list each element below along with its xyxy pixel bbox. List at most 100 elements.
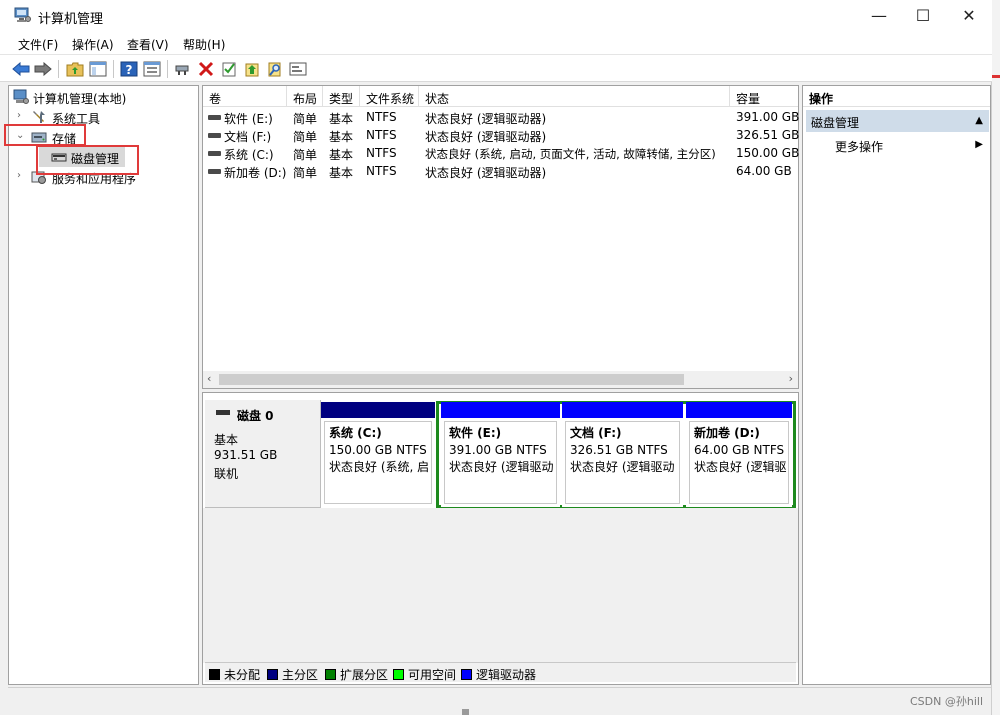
- delete-icon[interactable]: [196, 59, 216, 79]
- partition-size: 326.51 GB NTFS: [570, 443, 668, 457]
- properties-view-icon[interactable]: [142, 59, 162, 79]
- watermark: CSDN @孙hill: [910, 695, 983, 708]
- scroll-left-icon[interactable]: ‹: [207, 372, 211, 385]
- console-window-icon[interactable]: [288, 59, 308, 79]
- status-bar: CSDN @孙hill: [8, 687, 991, 709]
- check-properties-icon[interactable]: [219, 59, 239, 79]
- disk-type: 基本: [214, 433, 239, 447]
- partition-name: 新加卷 (D:): [694, 426, 760, 440]
- cell-filesystem: NTFS: [366, 128, 397, 142]
- minimize-button[interactable]: —: [856, 0, 902, 30]
- search-icon[interactable]: [265, 59, 285, 79]
- cell-volume: 文档 (F:): [224, 130, 272, 144]
- cell-status: 状态良好 (系统, 启动, 页面文件, 活动, 故障转储, 主分区): [425, 147, 716, 161]
- upload-icon[interactable]: [242, 59, 262, 79]
- partition-size: 64.00 GB NTFS: [694, 443, 785, 457]
- volume-list: 卷 布局 类型 文件系统 状态 容量 软件 (E:) 简单 基本 NTFS 状态…: [202, 85, 799, 389]
- partition-bar-logical: [441, 402, 560, 418]
- actions-section-disk-management[interactable]: 磁盘管理 ▲: [806, 110, 989, 132]
- scrollbar-thumb[interactable]: [219, 374, 684, 385]
- forward-arrow-icon[interactable]: [33, 59, 53, 79]
- table-row[interactable]: 文档 (F:) 简单 基本 NTFS 状态良好 (逻辑驱动器) 326.51 G…: [203, 126, 799, 144]
- menu-action[interactable]: 操作(A): [72, 36, 114, 53]
- partition-status: 状态良好 (逻辑驱: [694, 460, 787, 474]
- cell-type: 基本: [329, 148, 354, 162]
- volume-icon: [208, 151, 221, 156]
- up-folder-icon[interactable]: [65, 59, 85, 79]
- column-filesystem[interactable]: 文件系统: [360, 86, 419, 107]
- scroll-right-icon[interactable]: ›: [789, 372, 793, 385]
- column-type[interactable]: 类型: [323, 86, 360, 107]
- annotation-box-storage: [4, 124, 86, 146]
- help-icon[interactable]: ?: [119, 59, 139, 79]
- partition-status: 状态良好 (系统, 启: [329, 460, 430, 474]
- cell-status: 状态良好 (逻辑驱动器): [425, 166, 547, 180]
- legend-free-space: 可用空间: [393, 666, 456, 683]
- submenu-arrow-icon[interactable]: ▶: [975, 139, 983, 150]
- cell-layout: 简单: [293, 112, 318, 126]
- tree-item-root[interactable]: 计算机管理(本地): [9, 87, 198, 107]
- cell-status: 状态良好 (逻辑驱动器): [425, 112, 547, 126]
- connect-icon[interactable]: [173, 59, 193, 79]
- graph-empty-area: [203, 508, 798, 663]
- legend-extended: 扩展分区: [325, 666, 388, 683]
- column-capacity[interactable]: 容量: [730, 86, 798, 107]
- partition-status: 状态良好 (逻辑驱动: [449, 460, 554, 474]
- chevron-right-icon[interactable]: ›: [17, 170, 27, 182]
- svg-text:?: ?: [126, 63, 133, 77]
- annotation-box-disk-management: [36, 145, 139, 175]
- volume-icon: [208, 115, 221, 120]
- legend-swatch: [209, 669, 220, 680]
- table-row[interactable]: 新加卷 (D:) 简单 基本 NTFS 状态良好 (逻辑驱动器) 64.00 G…: [203, 162, 798, 180]
- toolbar-separator: [58, 60, 59, 78]
- maximize-button[interactable]: ☐: [900, 0, 946, 30]
- menu-bar: 文件(F) 操作(A) 查看(V) 帮助(H): [0, 32, 992, 54]
- disk-state: 联机: [214, 467, 239, 481]
- menu-file[interactable]: 文件(F): [18, 36, 58, 53]
- disk-graphical-view: 磁盘 0 基本 931.51 GB 联机 系统 (C:) 150.00 GB N…: [202, 392, 799, 685]
- partition-d[interactable]: 新加卷 (D:) 64.00 GB NTFS 状态良好 (逻辑驱: [686, 402, 792, 507]
- cell-filesystem: NTFS: [366, 164, 397, 178]
- cell-volume: 新加卷 (D:): [224, 166, 287, 180]
- partition-bar-primary: [321, 402, 435, 418]
- close-button[interactable]: ✕: [946, 0, 992, 30]
- legend-primary: 主分区: [267, 666, 318, 683]
- partition-e[interactable]: 软件 (E:) 391.00 GB NTFS 状态良好 (逻辑驱动: [441, 402, 560, 507]
- toolbar-separator: [167, 60, 168, 78]
- cell-type: 基本: [329, 166, 354, 180]
- disk-0-card[interactable]: 磁盘 0 基本 931.51 GB 联机: [205, 400, 321, 508]
- show-hide-tree-icon[interactable]: [88, 59, 108, 79]
- window-title: 计算机管理: [38, 12, 104, 27]
- table-row[interactable]: 系统 (C:) 简单 基本 NTFS 状态良好 (系统, 启动, 页面文件, 活…: [203, 144, 799, 162]
- horizontal-scrollbar[interactable]: ‹ ›: [203, 371, 798, 388]
- column-volume[interactable]: 卷: [203, 86, 287, 107]
- more-actions-item[interactable]: 更多操作: [835, 138, 883, 155]
- partition-c[interactable]: 系统 (C:) 150.00 GB NTFS 状态良好 (系统, 启: [321, 402, 435, 507]
- actions-pane: 操作 磁盘管理 ▲ 更多操作 ▶: [802, 85, 991, 685]
- title-bar[interactable]: 计算机管理 — ☐ ✕: [0, 0, 992, 32]
- cell-filesystem: NTFS: [366, 146, 397, 160]
- cell-layout: 简单: [293, 166, 318, 180]
- cell-type: 基本: [329, 112, 354, 126]
- column-status[interactable]: 状态: [419, 86, 730, 107]
- collapse-up-icon[interactable]: ▲: [975, 115, 983, 126]
- partition-f[interactable]: 文档 (F:) 326.51 GB NTFS 状态良好 (逻辑驱动: [562, 402, 683, 507]
- partition-name: 文档 (F:): [570, 426, 622, 440]
- column-layout[interactable]: 布局: [287, 86, 323, 107]
- partition-bar-logical: [562, 402, 683, 418]
- partition-name: 系统 (C:): [329, 426, 382, 440]
- legend-swatch: [325, 669, 336, 680]
- partition-size: 150.00 GB NTFS: [329, 443, 427, 457]
- computer-management-icon: [13, 89, 29, 104]
- partition-status: 状态良好 (逻辑驱动: [570, 460, 675, 474]
- menu-help[interactable]: 帮助(H): [183, 36, 225, 53]
- disk-title: 磁盘 0: [237, 409, 274, 423]
- chevron-right-icon[interactable]: ›: [17, 110, 27, 122]
- partition-size: 391.00 GB NTFS: [449, 443, 547, 457]
- disk-icon: [216, 410, 230, 415]
- menu-view[interactable]: 查看(V): [127, 36, 169, 53]
- back-arrow-icon[interactable]: [11, 59, 31, 79]
- cell-capacity: 391.00 GB: [736, 110, 800, 124]
- actions-header: 操作: [803, 86, 990, 107]
- table-row[interactable]: 软件 (E:) 简单 基本 NTFS 状态良好 (逻辑驱动器) 391.00 G…: [203, 108, 800, 126]
